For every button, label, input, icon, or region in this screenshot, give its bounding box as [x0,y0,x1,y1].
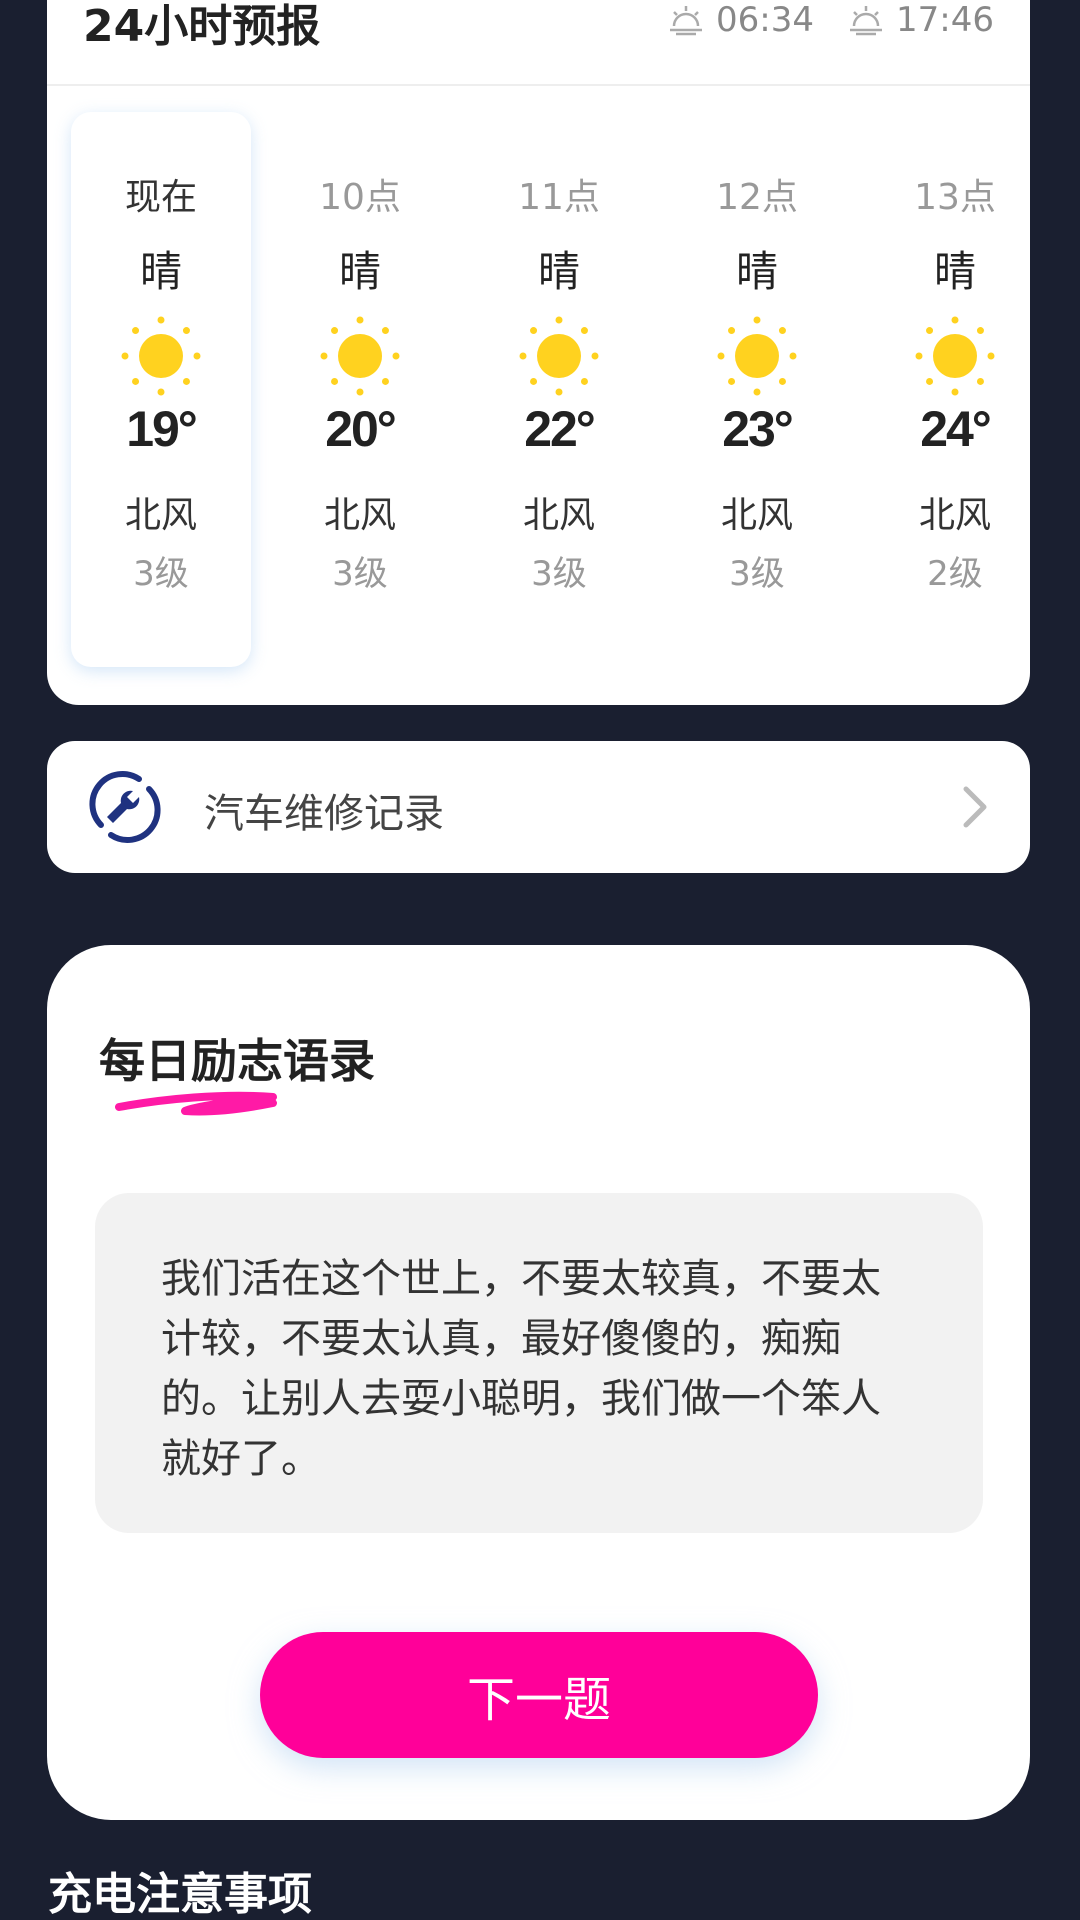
sun-icon [717,316,797,396]
hour-condition: 晴 [139,247,182,296]
charging-notes-title: 充电注意事项 [48,1869,312,1920]
hour-temp: 23° [722,401,794,457]
sun-icon [519,316,599,396]
car-repair-record-row[interactable]: 汽车维修记录 [47,741,1030,873]
hour-condition: 晴 [537,247,580,296]
sunset-time: 17:46 [896,0,994,40]
hour-time: 12点 [716,177,798,218]
hour-wind: 北风 [720,495,793,536]
hour-item[interactable]: 12点 晴 23° 北风 3级 [667,112,847,667]
sunset: 17:46 [848,0,994,40]
hour-wind: 北风 [323,495,396,536]
title-underline [115,1091,277,1116]
daily-quote-card: 每日励志语录 我们活在这个世上，不要太较真，不要太计较，不要太认真，最好傻傻的，… [47,945,1030,1820]
forecast-title: 24小时预报 [83,1,321,52]
sunset-icon [850,6,883,36]
hour-time: 现在 [124,177,197,218]
hour-condition: 晴 [338,247,381,296]
next-question-button[interactable]: 下一题 [260,1632,818,1758]
sunrise: 06:34 [668,0,814,40]
hour-wind-level: 2级 [927,554,983,594]
hourly-forecast[interactable]: 现在 晴 19° 北风 3级 10点 晴 20° 北风 3级 11点 晴 22°… [47,112,1030,672]
sun-icon [121,316,201,396]
quote-box: 我们活在这个世上，不要太较真，不要太计较，不要太认真，最好傻傻的，痴痴的。让别人… [95,1193,983,1533]
hour-wind-level: 3级 [332,554,388,594]
hour-item[interactable]: 10点 晴 20° 北风 3级 [270,112,450,667]
sun-times: 06:34 17:46 [634,0,994,40]
hour-condition: 晴 [735,247,778,296]
hour-condition: 晴 [933,247,976,296]
chevron-right-icon [963,786,987,828]
forecast-card: 24小时预报 06:34 17:46 现在 晴 19° 北风 3级 10点 晴 … [47,0,1030,705]
hour-time: 11点 [518,177,600,218]
hour-wind: 北风 [124,495,197,536]
hour-temp: 24° [920,401,992,457]
hour-temp: 19° [126,401,198,457]
hour-time: 10点 [319,177,401,218]
hour-item-now[interactable]: 现在 晴 19° 北风 3级 [71,112,251,667]
hour-item[interactable]: 11点 晴 22° 北风 3级 [469,112,649,667]
quote-title: 每日励志语录 [99,1034,375,1088]
hour-temp: 20° [325,401,397,457]
sunrise-time: 06:34 [716,0,815,40]
forecast-header: 24小时预报 06:34 17:46 [47,0,1030,86]
hour-wind-level: 3级 [531,554,587,594]
hour-time: 13点 [914,177,996,218]
hour-item[interactable]: 13点 晴 24° 北风 2级 [865,112,1045,667]
sun-icon [320,316,400,396]
hour-wind: 北风 [522,495,595,536]
quote-text: 我们活在这个世上，不要太较真，不要太计较，不要太认真，最好傻傻的，痴痴的。让别人… [161,1256,881,1482]
car-repair-record-label: 汽车维修记录 [204,791,444,837]
hour-wind-level: 3级 [729,554,785,594]
hour-temp: 22° [524,401,596,457]
hour-wind: 北风 [918,495,991,536]
hour-wind-level: 3级 [133,554,189,594]
wrench-icon [89,771,161,843]
sunrise-icon [670,6,703,36]
sun-icon [915,316,995,396]
